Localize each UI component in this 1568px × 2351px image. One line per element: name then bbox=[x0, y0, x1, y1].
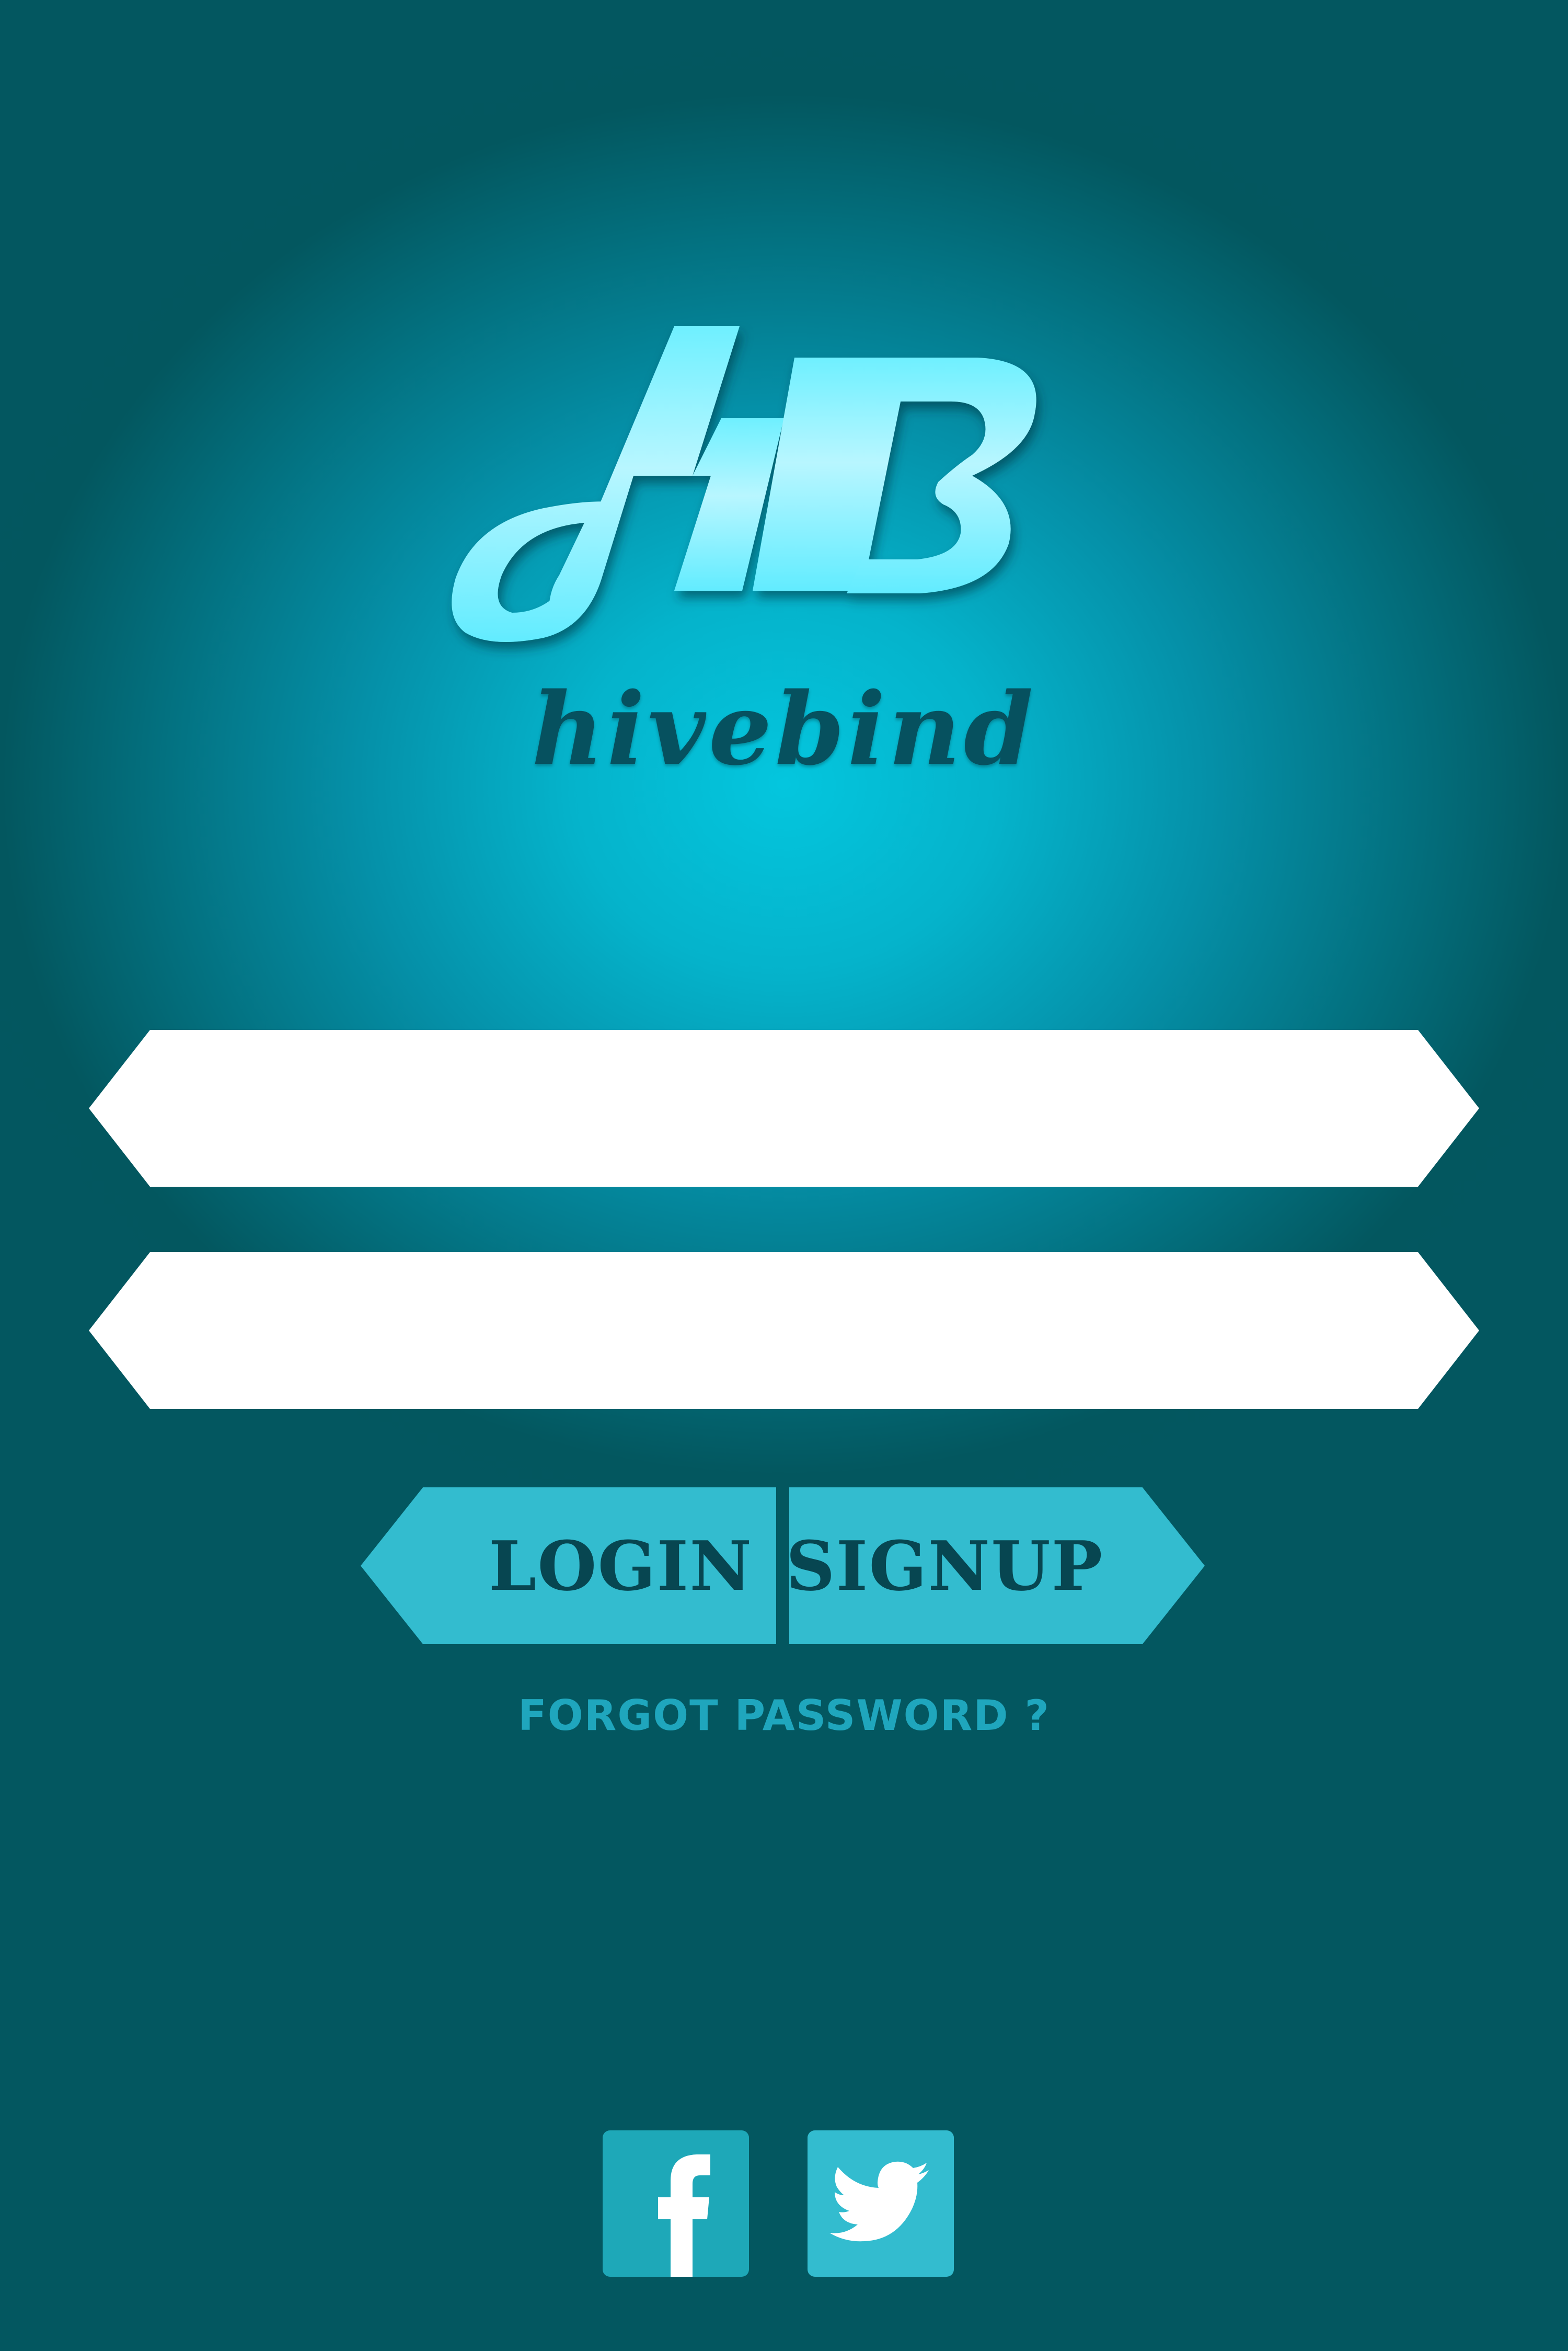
password-field[interactable] bbox=[89, 1252, 1479, 1409]
facebook-login-button[interactable] bbox=[603, 2130, 749, 2277]
username-input[interactable] bbox=[89, 1030, 1479, 1187]
signup-button-label: SIGNUP bbox=[786, 1526, 1104, 1606]
hivebind-logo bbox=[429, 314, 1129, 669]
hb-monogram-logo bbox=[452, 326, 1036, 642]
twitter-login-button[interactable] bbox=[808, 2130, 954, 2277]
login-button-label: LOGIN bbox=[488, 1526, 753, 1606]
username-field[interactable] bbox=[89, 1030, 1479, 1187]
password-input[interactable] bbox=[89, 1252, 1479, 1409]
signup-button[interactable]: SIGNUP bbox=[789, 1487, 1205, 1644]
twitter-icon bbox=[829, 2161, 929, 2242]
hivebind-wordmark: hivebind bbox=[532, 671, 1036, 787]
forgot-password-link[interactable]: FORGOT PASSWORD ? bbox=[0, 1691, 1568, 1740]
login-button[interactable]: LOGIN bbox=[361, 1487, 776, 1644]
login-screen: hivebind LOGIN SIGNUP FORGOT PASSWORD ? bbox=[0, 0, 1568, 2351]
facebook-icon bbox=[658, 2154, 710, 2277]
